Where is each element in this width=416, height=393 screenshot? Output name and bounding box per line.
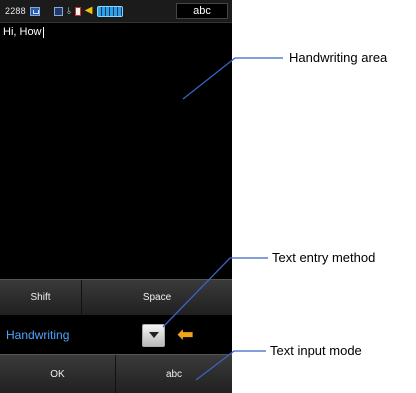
- callout-line-handwriting: [182, 57, 283, 100]
- callout-line-mode: [195, 350, 266, 381]
- callout-text-entry-method: Text entry method: [272, 250, 376, 265]
- callout-text-input-mode: Text input mode: [270, 343, 362, 358]
- callout-handwriting-area: Handwriting area: [289, 50, 388, 65]
- callout-line-method: [162, 257, 268, 328]
